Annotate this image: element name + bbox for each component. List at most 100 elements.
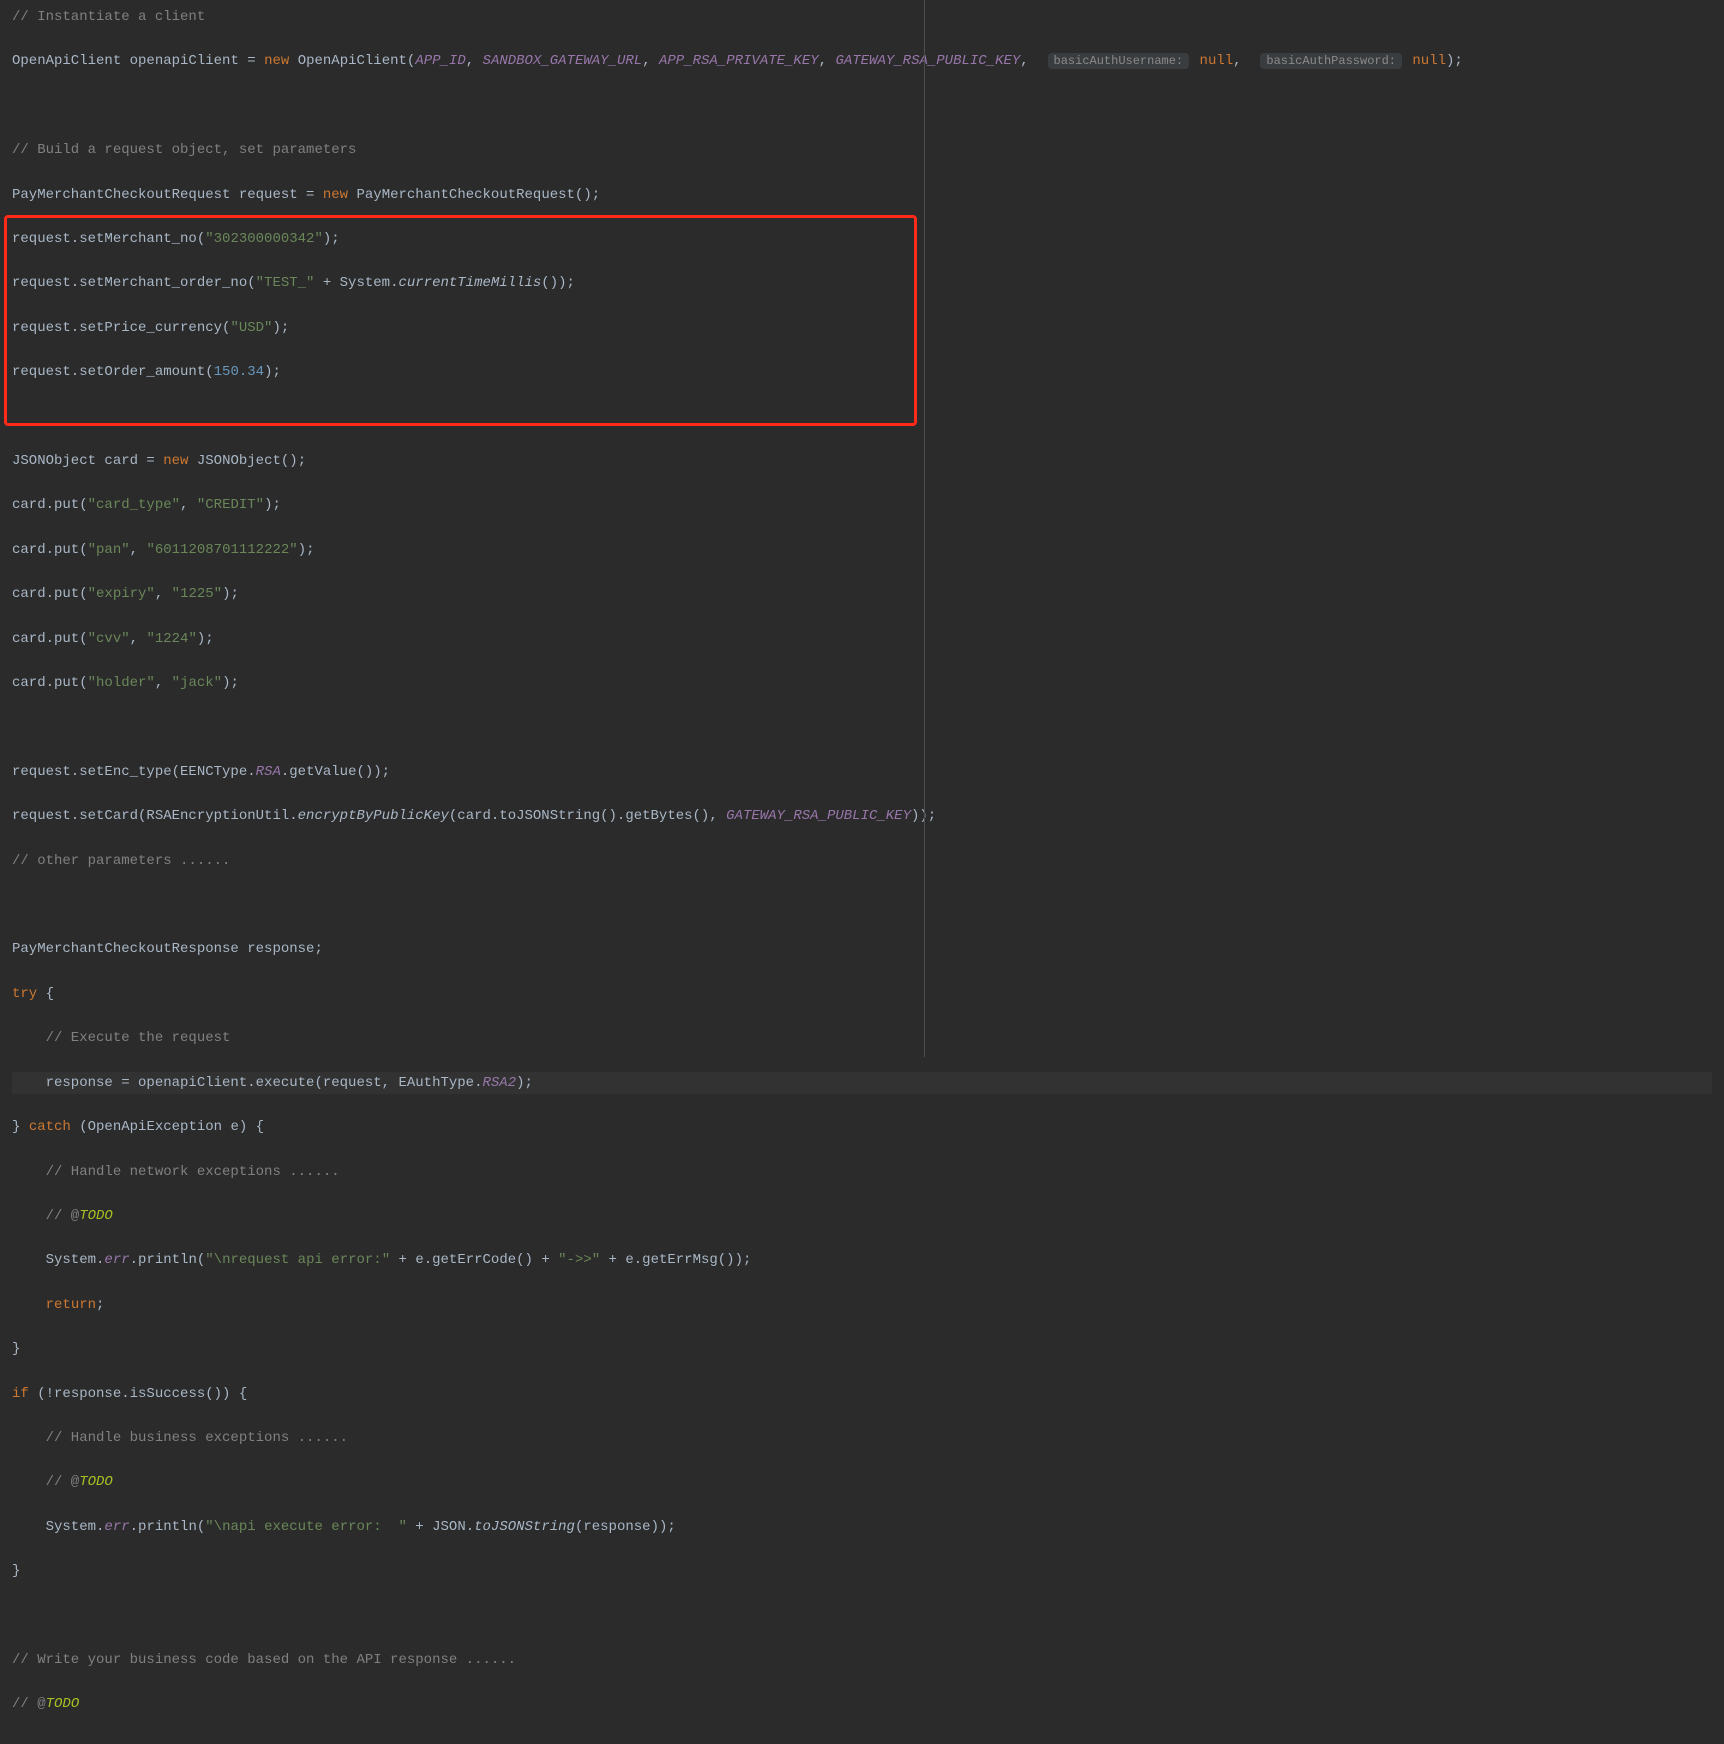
code-line: OpenApiClient openapiClient = new OpenAp…	[12, 50, 1712, 72]
token: + JSON.	[407, 1519, 474, 1535]
code-pane[interactable]: // Instantiate a client OpenApiClient op…	[0, 0, 1724, 1744]
token: request	[239, 187, 298, 203]
token: JSONObject();	[197, 453, 306, 469]
code-line: // Write your business code based on the…	[12, 1649, 1712, 1671]
string-literal: "6011208701112222"	[146, 542, 297, 558]
token: card.put(	[12, 542, 88, 558]
comment-text: // @	[12, 1474, 79, 1490]
token: (OpenApiException e) {	[71, 1119, 264, 1135]
code-line: card.put("cvv", "1224");	[12, 628, 1712, 650]
field-err: err	[104, 1519, 129, 1535]
token: );	[323, 231, 340, 247]
string-literal: "holder"	[88, 675, 155, 691]
code-line: JSONObject card = new JSONObject();	[12, 450, 1712, 472]
token: OpenApiClient(	[298, 53, 416, 69]
keyword-null: null	[1200, 53, 1234, 69]
todo-tag: TODO	[79, 1208, 113, 1224]
code-line: // @TODO	[12, 1471, 1712, 1493]
token: =	[298, 187, 323, 203]
token: }	[12, 1563, 20, 1579]
string-literal: "CREDIT"	[197, 497, 264, 513]
token: (!response.isSuccess()) {	[29, 1386, 247, 1402]
code-line: try {	[12, 983, 1712, 1005]
string-literal: "\nrequest api error:"	[205, 1252, 390, 1268]
string-literal: "TEST_"	[256, 275, 315, 291]
token: .println(	[130, 1519, 206, 1535]
code-line: // Handle network exceptions ......	[12, 1161, 1712, 1183]
token: );	[1446, 53, 1463, 69]
comment-text: // Build a request object, set parameter…	[12, 142, 356, 158]
code-line: request.setCard(RSAEncryptionUtil.encryp…	[12, 805, 1712, 827]
token: );	[222, 586, 239, 602]
code-line: PayMerchantCheckoutRequest request = new…	[12, 184, 1712, 206]
static-method: currentTimeMillis	[398, 275, 541, 291]
indent	[12, 1297, 46, 1313]
vertical-guide	[924, 0, 925, 1057]
code-editor[interactable]: // Instantiate a client OpenApiClient op…	[0, 0, 1724, 1057]
comment-text: // Write your business code based on the…	[12, 1652, 516, 1668]
token: );	[264, 497, 281, 513]
comment-text: // Handle network exceptions ......	[12, 1164, 340, 1180]
token: request.setOrder_amount(	[12, 364, 214, 380]
comment-text: // Instantiate a client	[12, 9, 205, 25]
token: ());	[541, 275, 575, 291]
token: card.put(	[12, 586, 88, 602]
number-literal: 150.34	[214, 364, 264, 380]
constant: GATEWAY_RSA_PUBLIC_KEY	[726, 808, 911, 824]
code-line: request.setEnc_type(EENCType.RSA.getValu…	[12, 761, 1712, 783]
string-literal: "expiry"	[88, 586, 155, 602]
keyword-catch: catch	[29, 1119, 71, 1135]
keyword-try: try	[12, 986, 37, 1002]
token: openapiClient	[130, 53, 239, 69]
keyword-new: new	[264, 53, 289, 69]
constant: APP_RSA_PRIVATE_KEY	[659, 53, 819, 69]
token	[20, 1119, 28, 1135]
token: request.setEnc_type(EENCType.	[12, 764, 256, 780]
enum-constant: RSA	[256, 764, 281, 780]
field-err: err	[104, 1252, 129, 1268]
code-line: // Instantiate a client	[12, 6, 1712, 28]
token: );	[298, 542, 315, 558]
code-line: if (!response.isSuccess()) {	[12, 1383, 1712, 1405]
code-line: // @TODO	[12, 1693, 1712, 1715]
constant: GATEWAY_RSA_PUBLIC_KEY	[835, 53, 1020, 69]
code-line: // @TODO	[12, 1205, 1712, 1227]
code-line: PayMerchantCheckoutResponse response;	[12, 938, 1712, 960]
code-line: request.setOrder_amount(150.34);	[12, 361, 1712, 383]
token: + System.	[314, 275, 398, 291]
token: {	[37, 986, 54, 1002]
code-line: request.setPrice_currency("USD");	[12, 317, 1712, 339]
blank-line	[12, 716, 1712, 738]
keyword-return: return	[46, 1297, 96, 1313]
code-line: request.setMerchant_order_no("TEST_" + S…	[12, 272, 1712, 294]
token: card.put(	[12, 497, 88, 513]
token: request.setMerchant_order_no(	[12, 275, 256, 291]
string-literal: "1224"	[146, 631, 196, 647]
string-literal: "302300000342"	[205, 231, 323, 247]
blank-line	[12, 95, 1712, 117]
token: request.setMerchant_no(	[12, 231, 205, 247]
comment-text: // @	[12, 1208, 79, 1224]
token: =	[239, 53, 264, 69]
blank-line	[12, 1605, 1712, 1627]
comment-text: // @	[12, 1696, 46, 1712]
token: PayMerchantCheckoutRequest();	[357, 187, 601, 203]
code-line: return;	[12, 1294, 1712, 1316]
token: card.put(	[12, 675, 88, 691]
token: card.put(	[12, 631, 88, 647]
token: (response));	[575, 1519, 676, 1535]
token: + e.getErrCode() +	[390, 1252, 558, 1268]
token: request.setPrice_currency(	[12, 320, 230, 336]
blank-line	[12, 406, 1712, 428]
token: System.	[12, 1519, 104, 1535]
code-line: card.put("holder", "jack");	[12, 672, 1712, 694]
caret-line: response = openapiClient.execute(request…	[12, 1072, 1712, 1094]
token: PayMerchantCheckoutRequest	[12, 187, 230, 203]
token: PayMerchantCheckoutResponse response;	[12, 941, 323, 957]
string-literal: "\napi execute error: "	[205, 1519, 407, 1535]
code-line: card.put("pan", "6011208701112222");	[12, 539, 1712, 561]
token: );	[516, 1075, 533, 1091]
blank-line	[12, 894, 1712, 916]
code-line: // Build a request object, set parameter…	[12, 139, 1712, 161]
code-line: // other parameters ......	[12, 850, 1712, 872]
